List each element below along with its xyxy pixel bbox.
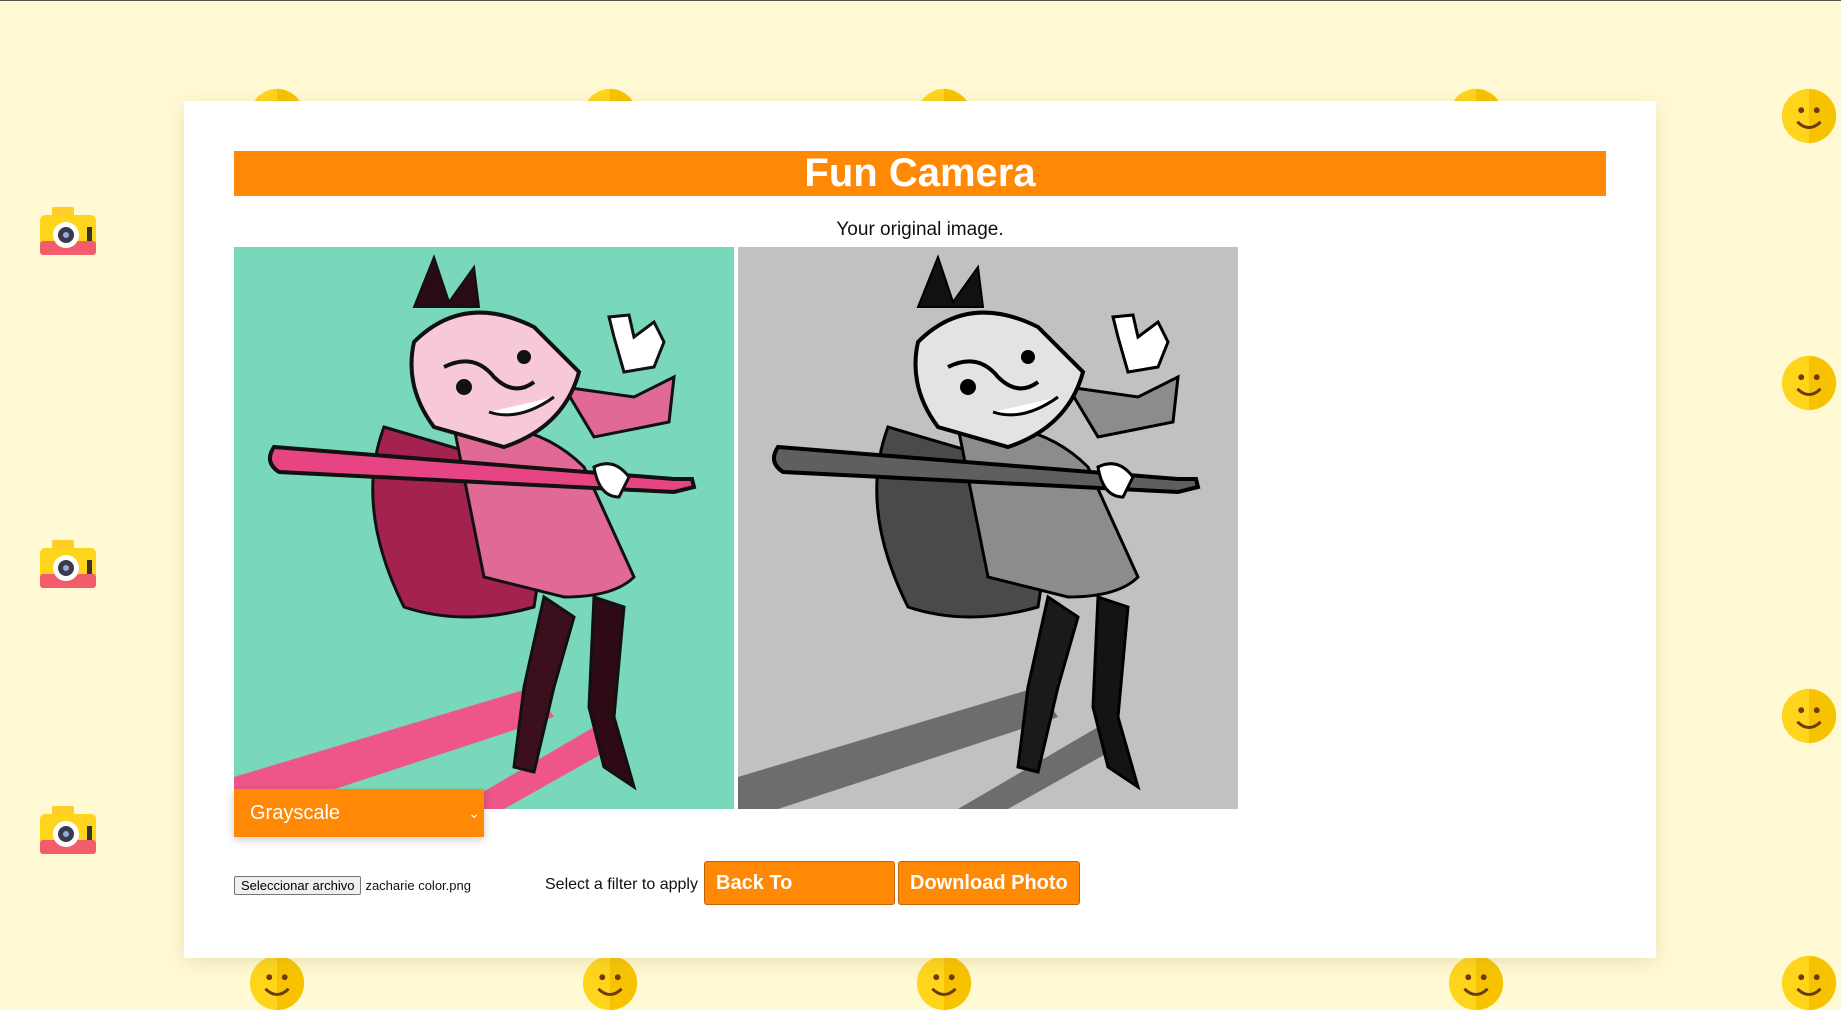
filter-hint: Select a filter to apply <box>545 876 698 893</box>
smiley-icon <box>1780 954 1838 1010</box>
download-photo-button[interactable]: Download Photo <box>898 861 1080 905</box>
camera-icon <box>38 205 98 261</box>
smiley-icon <box>915 954 973 1010</box>
camera-icon <box>38 538 98 594</box>
smiley-icon <box>581 954 639 1010</box>
file-input[interactable]: Seleccionar archivo zacharie color.png <box>234 876 471 895</box>
image-caption: Your original image. <box>836 219 1004 240</box>
file-name: zacharie color.png <box>365 878 471 893</box>
back-to-webcam-button[interactable]: Back To WebCam <box>704 861 895 936</box>
filter-select[interactable]: Grayscale ⌄ <box>234 789 484 837</box>
smiley-icon <box>1780 354 1838 412</box>
camera-icon <box>38 804 98 860</box>
smiley-icon <box>1780 687 1838 745</box>
main-card: Fun Camera Your original image. Grayscal… <box>184 101 1656 958</box>
page-title: Fun Camera <box>234 151 1606 196</box>
smiley-icon <box>248 954 306 1010</box>
chevron-down-icon: ⌄ <box>468 805 480 821</box>
smiley-icon <box>1447 954 1505 1010</box>
filtered-image <box>738 247 1238 809</box>
smiley-icon <box>1780 87 1838 145</box>
original-image <box>234 247 734 809</box>
choose-file-button[interactable]: Seleccionar archivo <box>234 876 362 895</box>
filter-select-value: Grayscale <box>250 802 341 824</box>
